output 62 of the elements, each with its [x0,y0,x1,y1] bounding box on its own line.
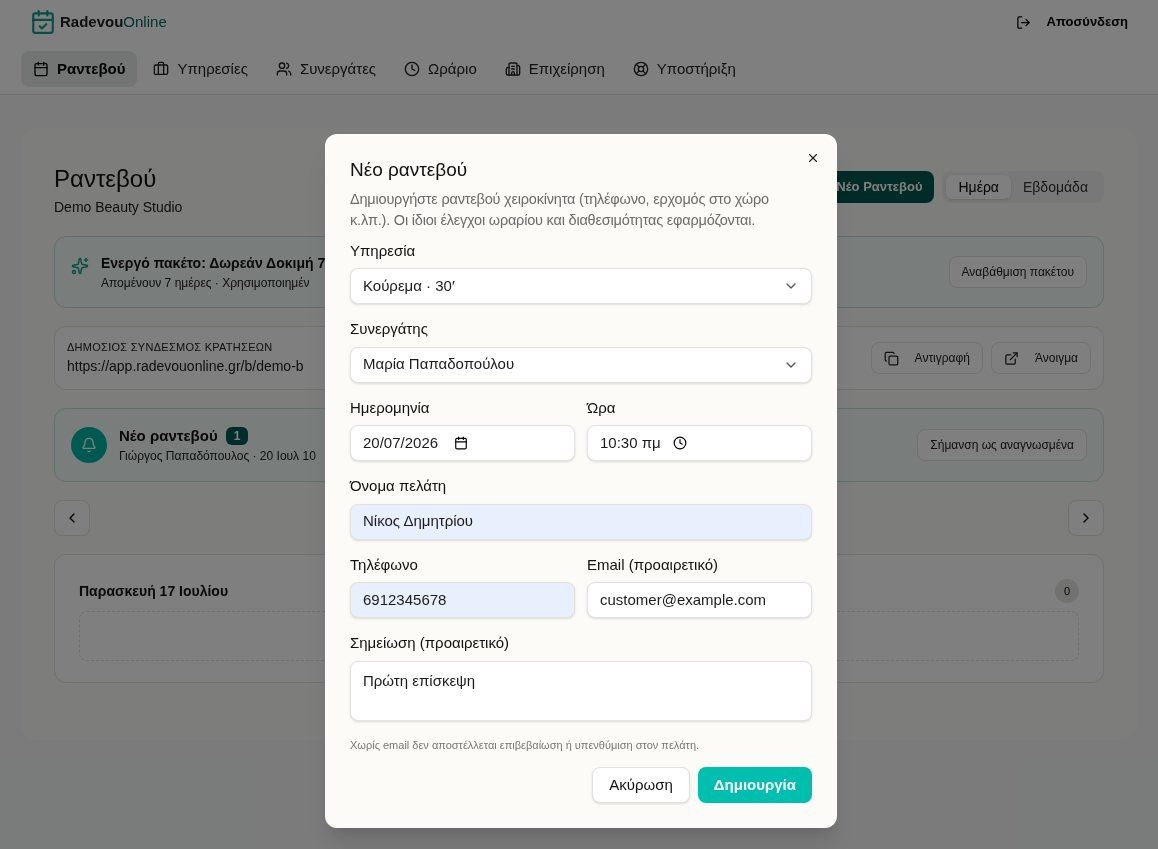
link-label: ΔΗΜΟΣΙΟΣ ΣΥΝΔΕΣΜΟΣ ΚΡΑΤΗΣΕΩΝ [67,340,274,356]
select-field[interactable]: Κούρεμα · 30′ [350,268,812,304]
input-field[interactable]: 6912345678 [350,582,575,618]
sparkles-icon [71,256,89,275]
logo-icon [30,9,56,35]
calendar-icon [33,61,49,77]
clock-icon [404,61,421,77]
field-label: Όνομα πελάτη [350,476,448,496]
dialog-description: Δημιουργήστε ραντεβού χειροκίνητα (τηλέφωνο, ερχομός στο χώρο κ.λπ.). Οι ίδιοι έλεγχοι ωραρίου και διαθεσιμότητας εφαρμόζονται. [350,189,770,230]
nav-tab[interactable]: Ραντεβού [21,51,138,87]
nav-tab[interactable]: Επιχείρηση [492,51,617,87]
count-badge: 1 [225,427,249,445]
input-field[interactable]: Νίκος Δημητρίου [350,503,812,540]
field-label: Ώρα [587,397,617,418]
logo[interactable]: RadevouOnline [60,10,167,34]
email-hint: Χωρίς email δεν αποστέλλεται επιβεβαίωση ή υπενθύμιση στον πελάτη. [350,737,701,753]
view-tab[interactable]: Ημέρα [946,175,1011,199]
nav-tab[interactable]: Υποστήριξη [620,51,748,87]
users-icon [275,61,292,77]
notification-detail: Γιώργος Παπαδόπουλος · 20 Ιουλ 10 [119,448,316,466]
plan-title: Ενεργό πακέτο: Δωρεάν Δοκιμή 7 [101,253,326,273]
notification-title: Νέο ραντεβού [119,425,218,446]
copy-button[interactable]: Αντιγραφή [870,342,983,374]
note-field[interactable]: Πρώτη επίσκεψη [350,660,812,721]
briefcase-icon [153,61,170,77]
nav-tab[interactable]: Συνεργάτες [263,51,389,87]
count-badge: 0 [1055,579,1079,603]
building-icon [504,61,521,77]
field-label: Σημείωση (προαιρετικό) [350,633,511,653]
dialog-title: Νέο ραντεβού [350,158,469,182]
field-label: Τηλέφωνο [350,554,419,575]
field-label: Email (προαιρετικό) [587,554,720,575]
nav-tab[interactable]: Ωράριο [392,51,489,87]
next-button[interactable] [1068,500,1104,536]
field-label: Συνεργάτης [350,319,429,339]
copy-icon [883,350,899,366]
time-field[interactable]: 10:30 πμ [587,425,812,461]
calendar-icon [454,436,469,450]
logout-button[interactable]: Αποσύνδεση [1015,12,1128,32]
lifebuoy-icon [632,61,649,77]
select-field[interactable]: Μαρία Παπαδοπούλου [350,346,812,383]
previous-button[interactable] [54,500,90,536]
field-label: Ημερομηνία [350,397,431,418]
plan-detail: Απομένουν 7 ημέρες · Χρησιμοποιημέν [101,274,311,292]
view-tab[interactable]: Εβδομάδα [1010,175,1100,199]
external-link-icon [1004,350,1019,366]
open-button[interactable]: Άνοιγμα [991,342,1091,374]
page-subtitle: Demo Beauty Studio [54,198,183,217]
clock-icon [672,436,687,450]
field-label: Υπηρεσία [350,240,417,261]
date-field[interactable]: 20/07/2026 [350,425,575,461]
bell-icon [71,427,107,463]
upgrade-button[interactable]: Αναβάθμιση πακέτου [948,256,1087,288]
input-field[interactable]: customer@example.com [587,582,812,618]
day-title: Παρασκευή 17 Ιουλίου [79,581,229,601]
page-title: Ραντεβού [54,164,158,194]
cancel-button[interactable]: Ακύρωση [592,767,690,803]
close-icon [806,151,820,165]
nav-tab[interactable]: Υπηρεσίες [141,51,260,87]
mark-read-button[interactable]: Σήμανση ως αναγνωσμένα [917,429,1087,461]
logout-icon [1015,14,1031,30]
close-button[interactable] [806,151,820,165]
